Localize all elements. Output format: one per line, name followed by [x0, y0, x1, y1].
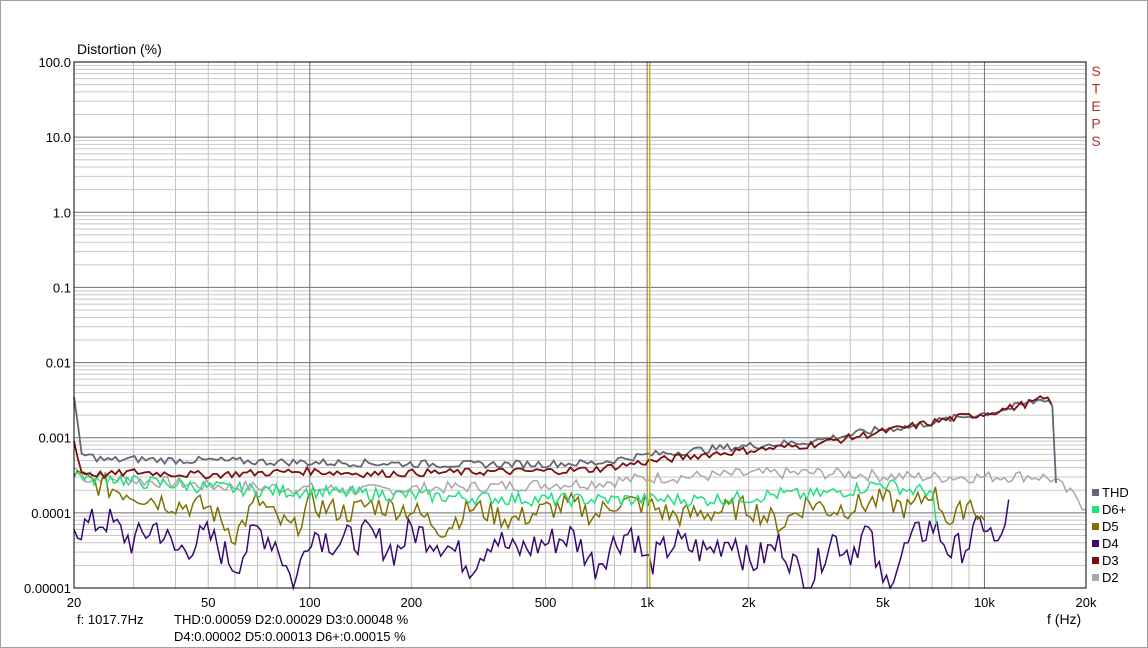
steps-letter: S [1091, 133, 1100, 149]
x-tick-label: 1k [640, 595, 654, 610]
legend-label: D5 [1102, 519, 1119, 534]
y-tick-label: 0.1 [53, 280, 71, 295]
y-tick-label: 0.001 [38, 431, 71, 446]
legend-label: THD [1102, 485, 1129, 500]
legend-label: D6+ [1102, 502, 1126, 517]
x-axis-ticks: 20 50 100 200 500 1k 2k 5k 10k 20k [67, 595, 1097, 610]
y-tick-label: 10.0 [46, 130, 71, 145]
x-tick-label: 20k [1076, 595, 1097, 610]
legend-swatch [1092, 523, 1099, 530]
x-tick-label: 2k [742, 595, 756, 610]
steps-letter: P [1091, 116, 1100, 132]
legend-swatch [1092, 540, 1099, 547]
steps-letter: E [1091, 98, 1100, 114]
distortion-chart[interactable]: 100.0 10.0 1.0 0.1 0.01 0.001 0.0001 0.00001 20… [1, 1, 1147, 647]
y-tick-label: 0.0001 [31, 506, 71, 521]
y-axis-ticks: 100.0 10.0 1.0 0.1 0.01 0.001 0.0001 0.00001 [24, 55, 71, 596]
steps-letter: T [1092, 81, 1101, 97]
legend-swatch [1092, 574, 1099, 581]
y-axis-title: Distortion (%) [77, 41, 162, 57]
x-axis-title: f (Hz) [1047, 611, 1081, 627]
legend-label: D2 [1102, 570, 1119, 585]
x-tick-label: 5k [876, 595, 890, 610]
legend-swatch [1092, 506, 1099, 513]
y-tick-label: 0.00001 [24, 581, 71, 596]
legend-label: D3 [1102, 553, 1119, 568]
legend: THD D6+ D5 D4 D3 D2 [1092, 485, 1129, 585]
x-tick-label: 50 [201, 595, 215, 610]
x-tick-label: 20 [67, 595, 81, 610]
y-tick-label: 0.01 [46, 356, 71, 371]
readout-line-1: THD:0.00059 D2:0.00029 D3:0.00048 % [174, 612, 409, 627]
legend-swatch [1092, 489, 1099, 496]
readout-line-2: D4:0.00002 D5:0.00013 D6+:0.00015 % [174, 629, 406, 644]
chart-window: 100.0 10.0 1.0 0.1 0.01 0.001 0.0001 0.00001 20… [0, 0, 1148, 648]
y-tick-label: 100.0 [38, 55, 71, 70]
x-tick-label: 500 [535, 595, 557, 610]
x-tick-label: 100 [299, 595, 321, 610]
x-tick-label: 200 [400, 595, 422, 610]
steps-label: STEPS [1091, 63, 1100, 149]
steps-letter: S [1091, 63, 1100, 79]
legend-swatch [1092, 557, 1099, 564]
y-tick-label: 1.0 [53, 205, 71, 220]
legend-label: D4 [1102, 536, 1119, 551]
readout-frequency: f: 1017.7Hz [77, 612, 144, 627]
x-tick-label: 10k [974, 595, 995, 610]
